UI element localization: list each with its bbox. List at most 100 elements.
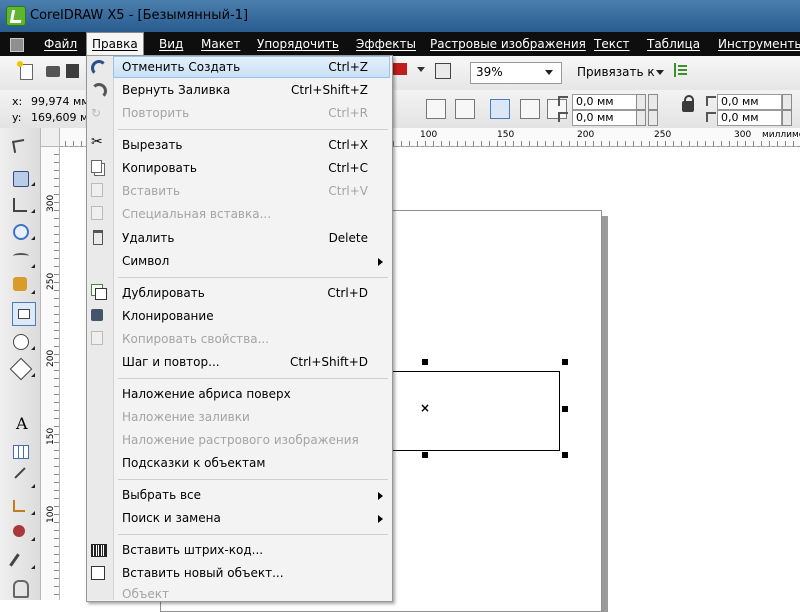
save-icon[interactable] xyxy=(66,64,79,78)
menu-item-shortcut: Ctrl+Shift+Z xyxy=(291,83,368,97)
ellipse-tool-icon[interactable] xyxy=(13,334,29,350)
menu-item-label: Поиск и замена xyxy=(122,511,221,525)
zoom-tool-icon[interactable] xyxy=(13,224,29,240)
corner-radius-field[interactable]: 0,0 мм xyxy=(572,110,637,126)
menu-effects[interactable]: Эффекты xyxy=(351,32,421,56)
flyout-arrow-icon xyxy=(31,484,35,488)
selection-handle[interactable] xyxy=(422,452,428,458)
spin-button[interactable] xyxy=(648,110,658,126)
lock-icon[interactable] xyxy=(682,95,694,112)
submenu-arrow-icon xyxy=(378,515,383,523)
menu-item-label: Повторить xyxy=(122,106,190,120)
menu-file[interactable]: Файл xyxy=(39,32,82,56)
clone-icon xyxy=(91,309,103,321)
menu-item-label: Подсказки к объектам xyxy=(122,456,266,470)
menu-item-label: Дублировать xyxy=(122,286,205,300)
menu-item-label: Объект xyxy=(122,587,169,601)
outline-tool-icon[interactable] xyxy=(13,580,29,598)
snap-to-button[interactable]: Привязать к xyxy=(577,65,655,79)
distribute-icon[interactable] xyxy=(455,99,475,119)
menu-tools[interactable]: Инструменты xyxy=(713,32,800,56)
spin-button[interactable] xyxy=(782,94,792,110)
menu-separator xyxy=(118,277,388,278)
crop-tool-icon[interactable] xyxy=(13,198,27,212)
menu-view[interactable]: Вид xyxy=(154,32,188,56)
application-launcher-icon[interactable] xyxy=(393,63,407,75)
corner-radius-field[interactable]: 0,0 мм xyxy=(717,110,782,126)
freehand-tool-icon[interactable] xyxy=(13,253,29,259)
spin-button[interactable] xyxy=(636,94,646,110)
menu-item-label: Вернуть Заливка xyxy=(122,83,231,97)
x-label: x: xyxy=(12,95,23,108)
zoom-chevron-down-icon[interactable] xyxy=(545,70,553,75)
shape-tool-icon[interactable] xyxy=(13,171,29,187)
x-position-field[interactable]: 99,974 мм xyxy=(31,95,90,108)
ruler-label: 300 xyxy=(734,130,752,140)
menu-item-label: Специальная вставка... xyxy=(122,207,272,221)
menu-edit[interactable]: Правка xyxy=(86,32,144,56)
blend-tool-icon[interactable] xyxy=(13,525,25,537)
selection-handle[interactable] xyxy=(562,452,568,458)
snap-options-icon[interactable] xyxy=(674,63,688,77)
selection-handle[interactable] xyxy=(562,406,568,412)
snap-chevron-down-icon[interactable] xyxy=(656,70,664,75)
menu-arrange[interactable]: Упорядочить xyxy=(252,32,344,56)
pick-tool-icon[interactable] xyxy=(12,139,26,153)
barcode-icon xyxy=(91,544,107,557)
spin-button[interactable] xyxy=(782,110,792,126)
menu-item-label: Вставить xyxy=(122,184,181,198)
menu-item-shortcut: Ctrl+X xyxy=(328,138,368,152)
ruler-origin[interactable] xyxy=(41,128,60,147)
corner-top-right-icon xyxy=(706,96,716,106)
coreldraw-logo-icon xyxy=(6,6,26,26)
chevron-down-icon[interactable] xyxy=(417,67,425,72)
new-document-icon[interactable] xyxy=(17,61,33,80)
corner-radius-field[interactable]: 0,0 мм xyxy=(717,94,782,110)
flyout-arrow-icon xyxy=(31,236,35,240)
menu-bitmaps[interactable]: Растровые изображения xyxy=(425,32,591,56)
corner-radius-field[interactable]: 0,0 мм xyxy=(572,94,637,110)
menu-item-shortcut: Ctrl+Shift+D xyxy=(290,355,368,369)
flyout-arrow-icon xyxy=(31,209,35,213)
smart-fill-tool-icon[interactable] xyxy=(13,277,27,291)
round-corner-icon[interactable] xyxy=(490,99,510,119)
selection-handle[interactable] xyxy=(422,359,428,365)
connector-tool-icon[interactable] xyxy=(13,500,25,512)
text-tool-icon[interactable]: A xyxy=(16,414,28,433)
scallop-corner-icon[interactable] xyxy=(520,99,540,119)
flyout-arrow-icon xyxy=(31,182,35,186)
vertical-ruler[interactable] xyxy=(41,146,60,600)
spin-button[interactable] xyxy=(648,94,658,110)
ruler-label: 300 xyxy=(46,194,56,212)
menu-text[interactable]: Текст xyxy=(589,32,635,56)
align-icon[interactable] xyxy=(426,99,446,119)
welcome-screen-icon[interactable] xyxy=(435,63,451,79)
ruler-label: 200 xyxy=(577,130,595,140)
table-tool-icon[interactable] xyxy=(13,445,29,459)
ruler-units-label: миллиме xyxy=(762,130,800,140)
menu-item-shortcut: Delete xyxy=(328,231,368,245)
corner-bottom-right-icon xyxy=(706,112,716,122)
menu-item-shortcut: Ctrl+R xyxy=(328,106,368,120)
ruler-label: 100 xyxy=(420,130,438,140)
zoom-level-value: 39% xyxy=(476,65,503,79)
y-label: y: xyxy=(12,111,22,124)
corner-top-left-icon xyxy=(558,96,568,106)
menu-item-label: Отменить Создать xyxy=(122,60,241,74)
flyout-arrow-icon xyxy=(31,537,35,541)
selection-handle[interactable] xyxy=(562,359,568,365)
menu-separator xyxy=(118,129,388,130)
flyout-arrow-icon xyxy=(31,373,35,377)
spin-button[interactable] xyxy=(636,110,646,126)
ruler-label: 150 xyxy=(497,130,515,140)
flyout-arrow-icon xyxy=(31,346,35,350)
menu-item-label: Клонирование xyxy=(122,309,214,323)
open-folder-icon[interactable] xyxy=(46,66,60,77)
document-icon[interactable] xyxy=(10,38,24,52)
menu-item-label: Наложение абриса поверх xyxy=(122,387,291,401)
rectangle-tool-icon[interactable] xyxy=(12,302,36,326)
menu-table[interactable]: Таблица xyxy=(642,32,705,56)
menu-layout[interactable]: Макет xyxy=(196,32,245,56)
menu-item-label: Шаг и повтор... xyxy=(122,355,220,369)
menu-item-label: Копировать свойства... xyxy=(122,332,270,346)
